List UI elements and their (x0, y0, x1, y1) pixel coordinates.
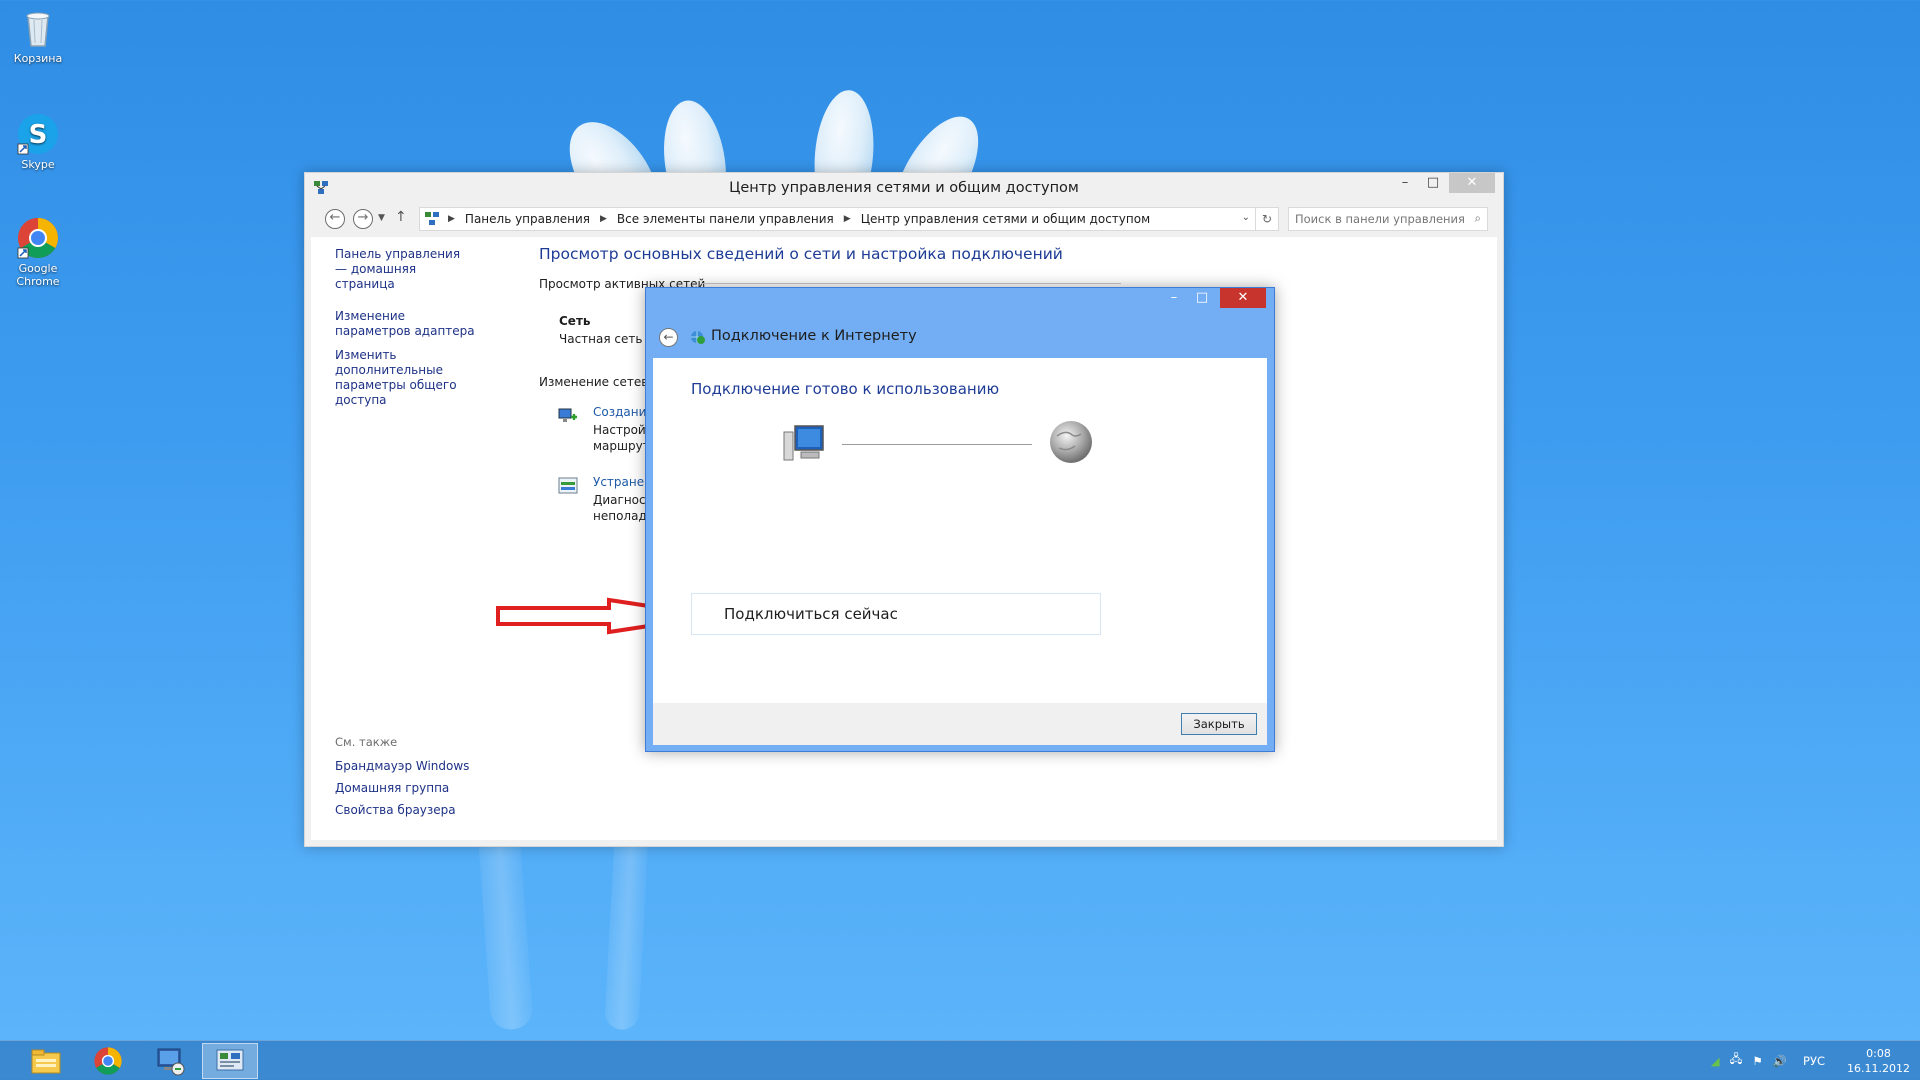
remote-desktop-icon (157, 1048, 185, 1076)
dialog-body: Подключение готово к использованию Подкл… (653, 358, 1267, 703)
taskbar-explorer-button[interactable] (18, 1043, 74, 1079)
control-panel-home-link[interactable]: Панель управления — домашняя страница (335, 247, 475, 292)
refresh-button[interactable]: ↻ (1255, 207, 1279, 231)
clock[interactable]: 0:08 16.11.2012 (1847, 1046, 1910, 1076)
connection-line (842, 444, 1032, 445)
breadcrumb-separator[interactable]: ▶ (844, 214, 851, 224)
connect-now-label: Подключиться сейчас (724, 605, 898, 623)
window-titlebar[interactable]: Центр управления сетями и общим доступом… (305, 173, 1503, 203)
left-pane: Панель управления — домашняя страница Из… (335, 247, 505, 408)
dialog-minimize-button[interactable]: – (1160, 288, 1188, 308)
adapter-settings-link[interactable]: Изменение параметров адаптера (335, 309, 475, 339)
breadcrumb-all-items[interactable]: Все элементы панели управления (617, 212, 834, 226)
window-title: Центр управления сетями и общим доступом (729, 180, 1079, 196)
flag-tray-icon[interactable]: ⚑ (1752, 1054, 1762, 1068)
taskbar-network-button[interactable] (142, 1043, 198, 1079)
search-input[interactable] (1295, 212, 1465, 226)
desktop-icon-skype[interactable]: S Skype (8, 112, 68, 172)
section-divider (701, 283, 1121, 284)
address-bar[interactable]: ▶ Панель управления ▶ Все элементы панел… (419, 207, 1257, 231)
clock-time: 0:08 (1866, 1047, 1891, 1060)
language-indicator[interactable]: РУС (1803, 1054, 1825, 1068)
search-icon[interactable]: ⌕ (1475, 211, 1481, 226)
nvidia-tray-icon[interactable]: ◢ (1711, 1054, 1720, 1068)
desktop-icon-label: Корзина (13, 52, 63, 65)
internet-connection-icon (688, 328, 706, 346)
breadcrumb-separator[interactable]: ▶ (448, 214, 455, 224)
back-button[interactable]: ← (325, 209, 345, 229)
dialog-close-button[interactable]: Закрыть (1181, 713, 1257, 735)
system-tray: ◢ 🖧 ⚑ 🔊 РУС 0:08 16.11.2012 (1711, 1041, 1910, 1080)
breadcrumb-control-panel[interactable]: Панель управления (465, 212, 590, 226)
desktop-icon-chrome[interactable]: Google Chrome (8, 216, 68, 288)
see-also-section: См. также Брандмауэр Windows Домашняя гр… (335, 735, 469, 825)
taskbar: ◢ 🖧 ⚑ 🔊 РУС 0:08 16.11.2012 (0, 1040, 1920, 1080)
volume-tray-icon[interactable]: 🔊 (1773, 1054, 1787, 1068)
connect-to-internet-dialog: – □ ✕ ← Подключение к Интернету Подключе… (645, 287, 1275, 752)
dialog-maximize-button[interactable]: □ (1188, 288, 1216, 308)
up-button[interactable]: ↑ (395, 209, 407, 225)
file-explorer-icon (31, 1049, 61, 1074)
computer-icon (781, 420, 827, 466)
see-also-heading: См. также (335, 735, 398, 749)
connection-ready-heading: Подключение готово к использованию (691, 380, 1000, 398)
connect-now-button[interactable]: Подключиться сейчас (691, 593, 1101, 635)
dialog-titlebar[interactable]: – □ ✕ ← Подключение к Интернету (646, 288, 1274, 354)
taskbar-control-panel-button[interactable] (202, 1043, 258, 1079)
chrome-icon (16, 216, 60, 260)
breadcrumb-network-center[interactable]: Центр управления сетями и общим доступом (861, 212, 1150, 226)
minimize-button[interactable]: – (1391, 173, 1419, 193)
search-box[interactable]: ⌕ (1288, 207, 1488, 231)
network-type: Частная сеть (559, 332, 643, 346)
advanced-sharing-link[interactable]: Изменить дополнительные параметры общего… (335, 348, 495, 408)
clock-date: 16.11.2012 (1847, 1062, 1910, 1075)
desktop-icon-label: Google Chrome (16, 262, 60, 288)
new-connection-icon (557, 405, 579, 427)
homegroup-link[interactable]: Домашняя группа (335, 781, 469, 795)
network-name: Сеть (559, 314, 591, 328)
navigation-bar: ← → ▼ ↑ ▶ Панель управления ▶ Все элемен… (311, 207, 1497, 231)
skype-icon: S (16, 112, 60, 156)
chrome-taskbar-icon (94, 1047, 122, 1075)
control-panel-taskbar-icon (216, 1049, 244, 1071)
address-dropdown-icon[interactable]: ⌄ (1242, 212, 1250, 223)
forward-button[interactable]: → (353, 209, 373, 229)
firewall-link[interactable]: Брандмауэр Windows (335, 759, 469, 773)
close-window-button[interactable]: ✕ (1449, 173, 1495, 193)
desktop-icon-label: Skype (21, 158, 55, 171)
address-network-icon (424, 211, 440, 227)
recycle-bin-icon (16, 6, 60, 50)
dialog-close-x-button[interactable]: ✕ (1220, 288, 1266, 308)
dialog-title: Подключение к Интернету (711, 328, 917, 344)
desktop-icon-recycle-bin[interactable]: Корзина (8, 6, 68, 66)
taskbar-chrome-button[interactable] (80, 1043, 136, 1079)
breadcrumb-separator[interactable]: ▶ (600, 214, 607, 224)
maximize-button[interactable]: □ (1419, 173, 1447, 193)
network-tray-icon[interactable]: 🖧 (1730, 1052, 1743, 1071)
browser-properties-link[interactable]: Свойства браузера (335, 803, 469, 817)
svg-text:S: S (29, 120, 48, 150)
dialog-footer: Закрыть (653, 703, 1267, 745)
dialog-back-button[interactable]: ← (659, 328, 678, 347)
recent-pages-dropdown-icon[interactable]: ▼ (378, 213, 385, 223)
globe-icon (1047, 418, 1095, 466)
page-title: Просмотр основных сведений о сети и наст… (539, 245, 1063, 263)
troubleshoot-icon (557, 475, 579, 497)
